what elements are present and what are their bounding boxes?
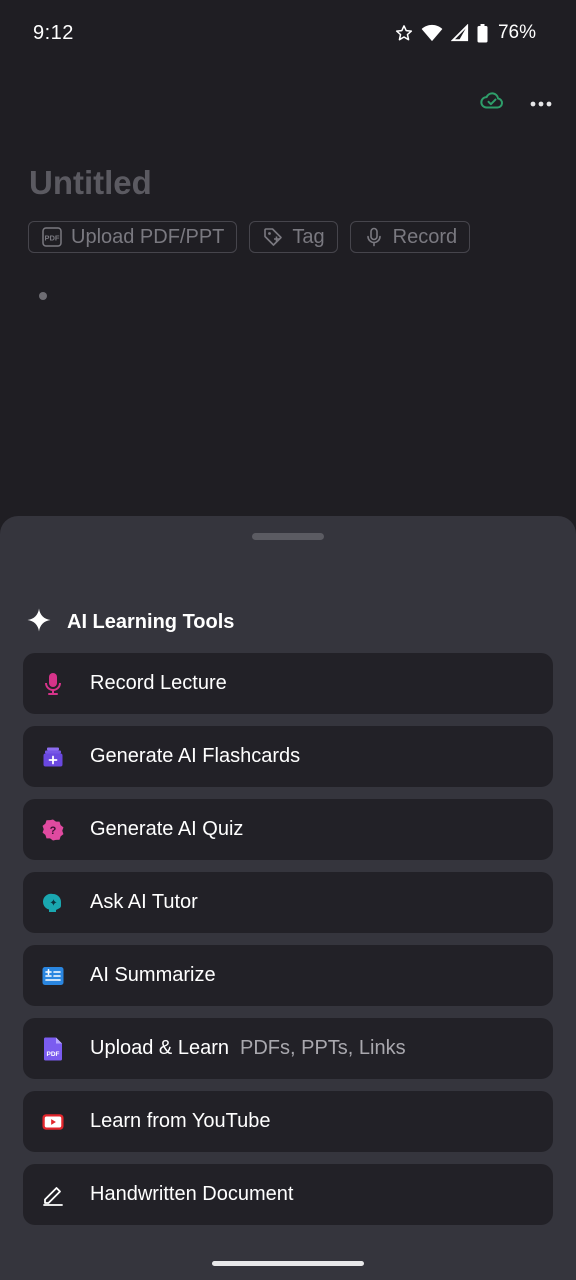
svg-text:PDF: PDF bbox=[45, 234, 60, 243]
flashcards-icon bbox=[42, 746, 64, 768]
status-bar: 9:12 76% bbox=[0, 0, 576, 68]
svg-text:PDF: PDF bbox=[47, 1051, 60, 1058]
record-label: Record bbox=[392, 225, 458, 248]
empty-bullet[interactable] bbox=[39, 292, 47, 300]
ai-tools-sheet: AI Learning Tools Record Lecture Generat… bbox=[0, 516, 576, 1280]
upload-learn-label: Upload & Learn bbox=[90, 1037, 229, 1059]
note-actions: PDF Upload PDF/PPT Tag Record bbox=[28, 221, 471, 253]
battery-percent: 76% bbox=[497, 22, 536, 43]
wifi-icon bbox=[421, 24, 443, 42]
summarize-icon bbox=[42, 965, 64, 987]
quiz-icon: ? bbox=[42, 818, 64, 841]
tag-button[interactable]: Tag bbox=[249, 221, 338, 253]
sparkle-icon bbox=[27, 608, 51, 637]
tag-label: Tag bbox=[292, 225, 325, 248]
battery-icon bbox=[477, 23, 488, 43]
ask-ai-tutor-label: Ask AI Tutor bbox=[90, 891, 198, 913]
tools-list: Record Lecture Generate AI Flashcards ? bbox=[23, 653, 553, 1237]
generate-flashcards-label: Generate AI Flashcards bbox=[90, 745, 301, 767]
handwritten-document-item[interactable]: Handwritten Document bbox=[23, 1164, 553, 1225]
sheet-title: AI Learning Tools bbox=[67, 611, 235, 633]
gesture-nav-bar[interactable] bbox=[212, 1261, 364, 1266]
upload-learn-item[interactable]: PDF Upload & Learn PDFs, PPTs, Links bbox=[23, 1018, 553, 1079]
learn-youtube-label: Learn from YouTube bbox=[90, 1110, 271, 1132]
ai-summarize-item[interactable]: AI Summarize bbox=[23, 945, 553, 1006]
handwritten-document-label: Handwritten Document bbox=[90, 1183, 294, 1205]
ask-ai-tutor-item[interactable]: Ask AI Tutor bbox=[23, 872, 553, 933]
pdf-icon: PDF bbox=[41, 226, 63, 248]
cloud-sync-icon[interactable] bbox=[480, 90, 504, 115]
record-lecture-label: Record Lecture bbox=[90, 672, 227, 694]
learn-youtube-item[interactable]: Learn from YouTube bbox=[23, 1091, 553, 1152]
signal-icon bbox=[450, 24, 469, 42]
record-button[interactable]: Record bbox=[349, 221, 471, 253]
status-icons: 76% bbox=[395, 22, 536, 44]
upload-pdf-ppt-label: Upload PDF/PPT bbox=[71, 225, 225, 248]
note-title[interactable]: Untitled bbox=[29, 164, 152, 202]
upload-learn-sublabel: PDFs, PPTs, Links bbox=[239, 1037, 406, 1059]
ai-summarize-label: AI Summarize bbox=[90, 964, 216, 986]
more-options-icon[interactable] bbox=[530, 94, 552, 112]
note-toolbar bbox=[480, 90, 552, 115]
microphone-icon bbox=[363, 226, 385, 248]
youtube-icon bbox=[42, 1111, 64, 1133]
tutor-icon bbox=[42, 892, 64, 914]
sheet-header: AI Learning Tools bbox=[27, 608, 234, 637]
generate-quiz-item[interactable]: ? Generate AI Quiz bbox=[23, 799, 553, 860]
generate-quiz-label: Generate AI Quiz bbox=[90, 818, 244, 840]
svg-text:?: ? bbox=[50, 825, 57, 837]
pdf-file-icon: PDF bbox=[42, 1037, 64, 1060]
status-time: 9:12 bbox=[33, 22, 74, 44]
microphone-icon bbox=[42, 672, 64, 695]
pen-icon bbox=[42, 1184, 64, 1206]
star-icon bbox=[395, 24, 413, 42]
generate-flashcards-item[interactable]: Generate AI Flashcards bbox=[23, 726, 553, 787]
record-lecture-item[interactable]: Record Lecture bbox=[23, 653, 553, 714]
tag-icon bbox=[262, 226, 284, 248]
sheet-drag-handle[interactable] bbox=[252, 533, 324, 540]
upload-pdf-ppt-button[interactable]: PDF Upload PDF/PPT bbox=[28, 221, 238, 253]
